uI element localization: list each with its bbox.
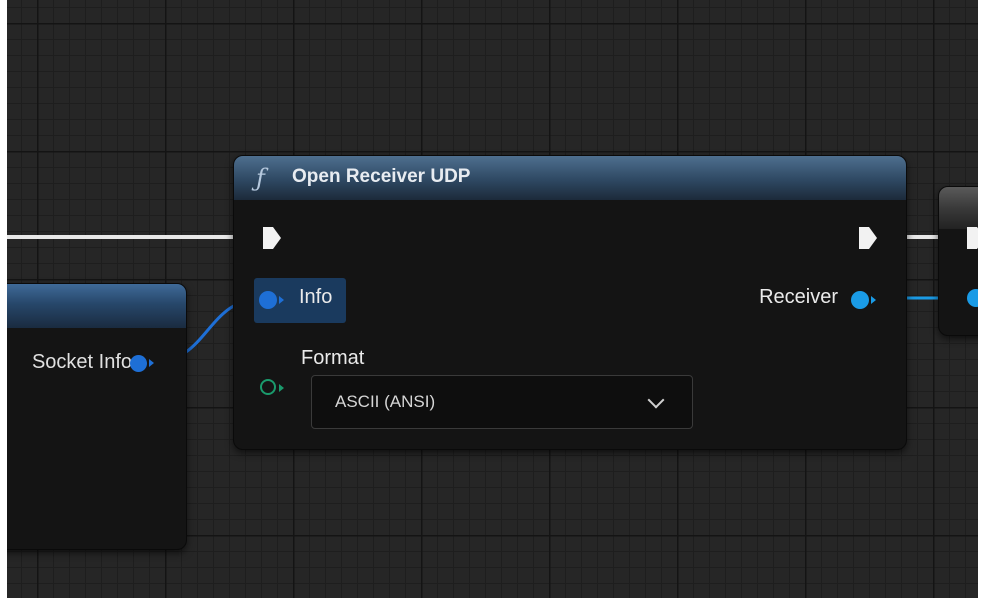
chevron-down-icon[interactable]: [647, 391, 665, 409]
format-selected-value: ASCII (ANSI): [335, 392, 436, 411]
function-icon: ƒ: [256, 164, 265, 192]
receiver-pin-arrow-icon: [871, 296, 876, 304]
info-pin-label: Info: [299, 286, 333, 308]
socket-info-pin-arrow-icon: [149, 359, 154, 367]
socket-info-output-label: Socket Info: [31, 351, 132, 373]
node-title: Open Receiver UDP: [292, 166, 471, 187]
socket-info-node[interactable]: [0, 283, 187, 550]
exec-in-icon[interactable]: [260, 225, 284, 251]
socket-info-node-header[interactable]: [0, 284, 186, 328]
exec-out-icon[interactable]: [856, 225, 880, 251]
format-pin-label: Format: [301, 347, 365, 369]
receiver-output-pin[interactable]: [851, 291, 869, 309]
info-pin-arrow-icon: [279, 296, 284, 304]
format-dropdown[interactable]: ASCII (ANSI): [311, 375, 693, 429]
frame-edge-bottom: [0, 598, 985, 603]
open-receiver-udp-node[interactable]: ƒ Open Receiver UDP Info Receiver Format…: [233, 155, 907, 450]
socket-info-output-pin[interactable]: [130, 355, 147, 372]
node-header[interactable]: ƒ Open Receiver UDP: [234, 156, 906, 200]
frame-edge-left: [0, 0, 7, 603]
info-input-pin[interactable]: [259, 291, 277, 309]
format-input-pin[interactable]: [260, 379, 276, 395]
frame-edge-right: [978, 0, 985, 603]
format-pin-arrow-icon: [279, 384, 284, 392]
receiver-pin-label: Receiver: [759, 286, 838, 308]
